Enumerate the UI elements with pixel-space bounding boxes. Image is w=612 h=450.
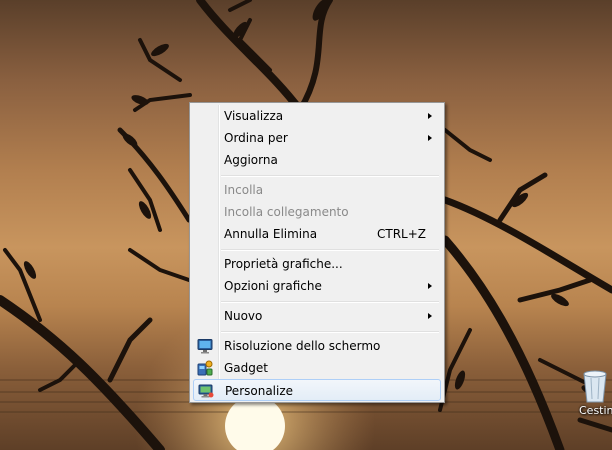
- submenu-arrow-icon: [428, 313, 432, 319]
- menu-item-visualizza[interactable]: Visualizza: [193, 105, 441, 127]
- menu-item-annulla-elimina[interactable]: Annulla Elimina CTRL+Z: [193, 223, 441, 245]
- menu-item-proprieta-grafiche[interactable]: Proprietà grafiche...: [193, 253, 441, 275]
- menu-item-label: Proprietà grafiche...: [224, 257, 343, 271]
- menu-item-incolla[interactable]: Incolla: [193, 179, 441, 201]
- submenu-arrow-icon: [428, 283, 432, 289]
- menu-item-label: Nuovo: [224, 309, 263, 323]
- menu-item-incolla-collegamento[interactable]: Incolla collegamento: [193, 201, 441, 223]
- menu-separator: [221, 249, 439, 251]
- menu-item-gadget[interactable]: Gadget: [193, 357, 441, 379]
- menu-item-label: Visualizza: [224, 109, 284, 123]
- personalize-icon: [198, 383, 214, 399]
- menu-item-label: Personalize: [225, 384, 294, 398]
- menu-item-shortcut: CTRL+Z: [376, 227, 426, 241]
- menu-item-label: Ordina per: [224, 131, 288, 145]
- menu-item-nuovo[interactable]: Nuovo: [193, 305, 441, 327]
- menu-item-personalize[interactable]: Personalize: [193, 379, 441, 401]
- menu-item-label: Aggiorna: [224, 153, 278, 167]
- submenu-arrow-icon: [428, 113, 432, 119]
- menu-item-risoluzione-schermo[interactable]: Risoluzione dello schermo: [193, 335, 441, 357]
- menu-item-aggiorna[interactable]: Aggiorna: [193, 149, 441, 171]
- menu-separator: [221, 301, 439, 303]
- menu-item-label: Incolla collegamento: [224, 205, 349, 219]
- menu-item-label: Gadget: [224, 361, 268, 375]
- recycle-bin-label[interactable]: Cestino: [579, 404, 612, 417]
- menu-item-opzioni-grafiche[interactable]: Opzioni grafiche: [193, 275, 441, 297]
- menu-item-label: Incolla: [224, 183, 264, 197]
- menu-separator: [221, 175, 439, 177]
- gadget-icon: [197, 360, 213, 376]
- menu-item-label: Opzioni grafiche: [224, 279, 322, 293]
- menu-item-ordina-per[interactable]: Ordina per: [193, 127, 441, 149]
- menu-separator: [221, 331, 439, 333]
- menu-item-label: Annulla Elimina: [224, 227, 318, 241]
- monitor-icon: [197, 338, 213, 354]
- desktop[interactable]: Cestino Visualizza Ordina per Aggiorna I…: [0, 0, 612, 450]
- menu-item-label: Risoluzione dello schermo: [224, 339, 381, 353]
- desktop-context-menu: Visualizza Ordina per Aggiorna Incolla I…: [189, 102, 445, 403]
- submenu-arrow-icon: [428, 135, 432, 141]
